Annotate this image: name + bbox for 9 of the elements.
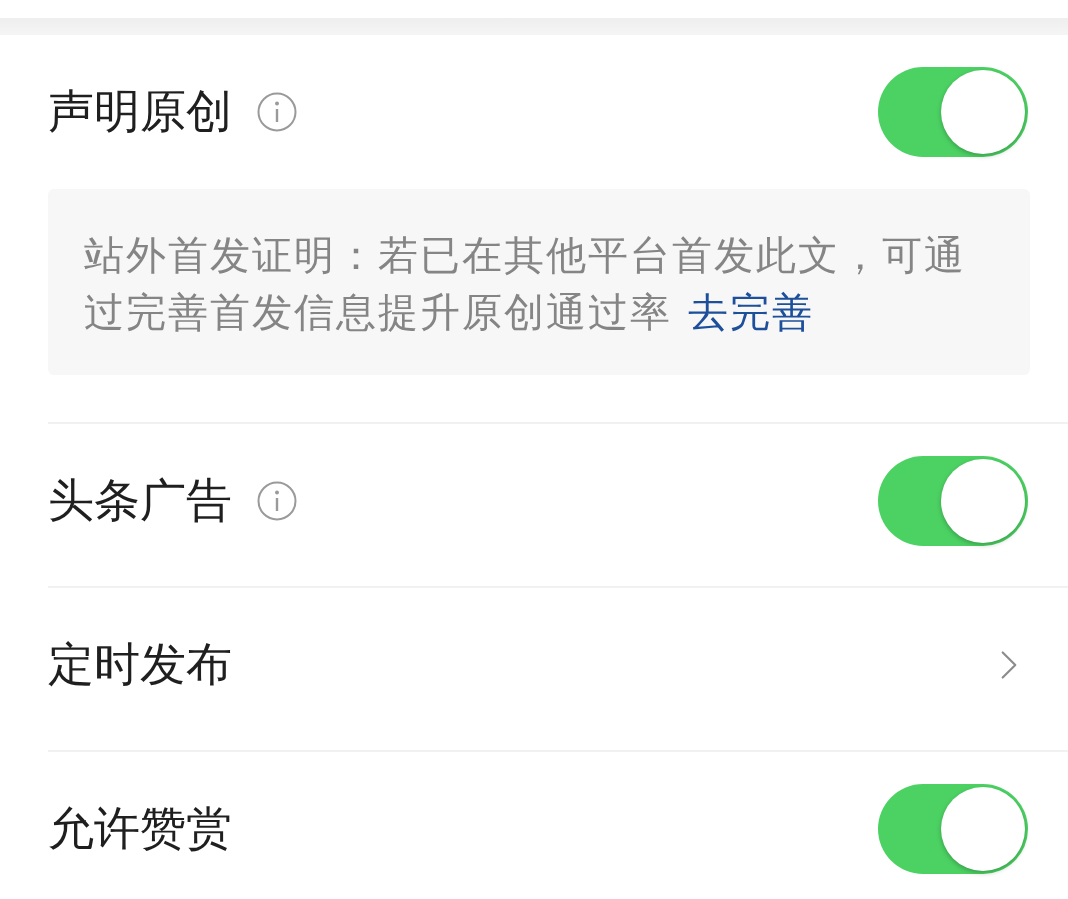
improve-link[interactable]: 去完善 xyxy=(688,289,814,335)
setting-label: 允许赞赏 xyxy=(48,801,232,857)
setting-label: 定时发布 xyxy=(48,637,232,693)
info-icon[interactable] xyxy=(257,92,297,132)
chevron-right-icon[interactable] xyxy=(1000,649,1018,681)
setting-label: 声明原创 xyxy=(48,84,232,140)
info-icon[interactable] xyxy=(257,481,297,521)
setting-label: 头条广告 xyxy=(48,473,232,529)
note-text: 站外首发证明：若已在其他平台首发此文，可通过完善首发信息提升原创通过率 去完善 xyxy=(84,231,967,337)
